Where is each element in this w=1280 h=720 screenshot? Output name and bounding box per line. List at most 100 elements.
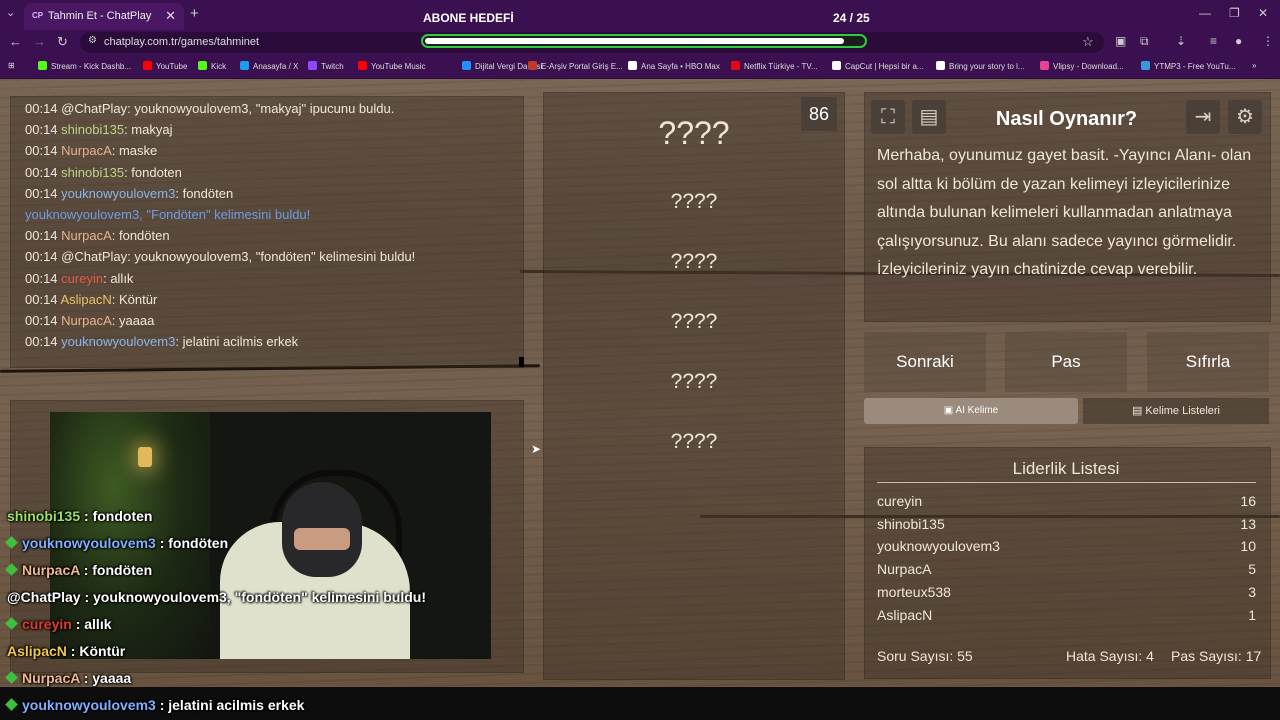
bookmark-star-icon[interactable]: ☆ [1082, 34, 1094, 50]
chat-username: NurpacA [61, 143, 112, 159]
window-close-icon[interactable]: ✕ [1258, 6, 1268, 20]
leaderboard-score: 5 [1248, 561, 1256, 578]
chat-log-line: 00:14 shinobi135: fondoten [25, 165, 182, 180]
leaderboard-divider [877, 482, 1256, 483]
tab-title: Tahmin Et - ChatPlay [48, 10, 152, 22]
settings-gear-icon[interactable]: ⚙ [1228, 100, 1262, 134]
leaderboard-name: shinobi135 [877, 515, 945, 532]
bookmark-item[interactable]: E-Arşiv Portal Giriş E... [528, 61, 623, 71]
bookmark-item[interactable]: Anasayfa / X [240, 61, 298, 71]
media-icon[interactable]: ≡ [1210, 34, 1217, 48]
chat-timestamp: 00:14 [25, 101, 58, 116]
tab-list-chevron-icon[interactable]: ⌄ [6, 6, 15, 19]
minimize-icon[interactable]: — [1199, 6, 1211, 20]
chat-message: : fondoten [124, 164, 182, 180]
bookmark-item[interactable]: Stream - Kick Dashb... [38, 61, 131, 71]
overlay-username: NurpacA [22, 670, 80, 686]
webcam-lamp [138, 447, 152, 467]
bookmark-item[interactable]: YouTube Music [358, 61, 426, 71]
bookmark-item[interactable]: Ana Sayfa • HBO Max [628, 61, 720, 71]
chat-message: : yaaaa [111, 313, 155, 328]
site-info-icon[interactable]: ⚙ [88, 35, 97, 46]
bookmark-item[interactable]: YouTube [143, 61, 187, 71]
chat-username: NurpacA [61, 228, 112, 244]
forward-icon[interactable]: → [33, 34, 46, 49]
chat-timestamp: 00:14 [25, 313, 58, 328]
sub-goal-label: ABONE HEDEFİ [423, 11, 514, 25]
word-lists-button[interactable]: ▤ Kelime Listeleri [1083, 398, 1269, 424]
chat-scrollbar[interactable] [519, 357, 524, 367]
chat-timestamp: 00:14 [25, 334, 58, 350]
leaderboard-name: NurpacA [877, 561, 932, 578]
bookmark-label: Netflix Türkiye - TV... [744, 62, 818, 71]
taboo-word: ???? [670, 250, 718, 273]
bookmark-favicon-icon [358, 61, 367, 70]
bookmark-item[interactable]: Bring your story to l... [936, 61, 1025, 71]
reset-button[interactable]: Sıfırla [1147, 332, 1269, 392]
leaderboard-score: 13 [1240, 515, 1256, 532]
profile-avatar-icon[interactable]: ● [1235, 34, 1242, 48]
overlay-chat-line: NurpacA : yaaaa [5, 670, 131, 686]
pass-button[interactable]: Pas [1005, 332, 1127, 392]
ai-word-button[interactable]: ▣ AI Kelime [864, 398, 1078, 424]
overlay-message: : fondöten [155, 535, 229, 551]
leaderboard-name: morteux538 [877, 583, 951, 600]
webcam-streamer-eyes [294, 528, 350, 550]
overlay-message: : Köntür [66, 643, 126, 659]
notes-icon[interactable]: ▤ [912, 100, 946, 134]
bookmark-item[interactable]: YTMP3 - Free YouTu... [1141, 61, 1236, 71]
secret-word: ???? [658, 115, 730, 151]
bookmarks-overflow-icon[interactable]: » [1252, 61, 1256, 70]
bookmark-item[interactable]: Vlipsy - Download... [1040, 61, 1124, 71]
overlay-chat-line: AslipacN : Köntür [7, 643, 125, 659]
bookmark-label: Anasayfa / X [253, 62, 299, 71]
chat-username: AslipacN [60, 291, 112, 307]
bookmark-favicon-icon [1040, 61, 1049, 70]
pass-count: Pas Sayısı: 17 [1171, 648, 1262, 664]
overlay-chat-line: NurpacA : fondöten [5, 562, 152, 578]
bookmark-label: YouTube Music [371, 62, 426, 71]
bookmark-label: YouTube [156, 62, 188, 71]
chat-log-line: youknowyoulovem3, "Fondöten" kelimesini … [25, 207, 310, 222]
bookmark-favicon-icon [731, 61, 740, 70]
leaderboard-score: 3 [1248, 583, 1256, 600]
overlay-chat-line: youknowyoulovem3 : fondöten [5, 535, 229, 551]
bookmark-item[interactable]: Netflix Türkiye - TV... [731, 61, 818, 71]
overlay-message: : youknowyoulovem3, "fondöten" kelimesin… [80, 589, 426, 605]
chat-username: youknowyoulovem3 [61, 185, 176, 201]
apps-grid-icon[interactable]: ⊞ [8, 61, 15, 70]
extensions-puzzle-icon[interactable]: ⧉ [1140, 34, 1149, 49]
chat-timestamp: 00:14 [25, 143, 58, 159]
next-button[interactable]: Sonraki [864, 332, 986, 392]
overlay-message: : jelatini acilmis erkek [155, 697, 305, 713]
overlay-chat-line: cureyin : allık [5, 616, 112, 632]
fullscreen-icon[interactable]: ⛶ [871, 100, 905, 134]
chat-username: shinobi135 [61, 164, 125, 180]
chat-message: : fondöten [175, 185, 234, 201]
reload-icon[interactable]: ↻ [57, 34, 68, 50]
bookmark-item[interactable]: Kick [198, 61, 226, 71]
chat-username: @ChatPlay [61, 101, 128, 116]
logout-icon[interactable]: ⇥ [1186, 100, 1220, 134]
extension-icon[interactable]: ▣ [1115, 34, 1126, 48]
bookmark-favicon-icon [528, 61, 537, 70]
bookmark-item[interactable]: CapCut | Hepsi bir a... [832, 61, 924, 71]
tab-close-icon[interactable]: ✕ [165, 8, 176, 24]
new-tab-icon[interactable]: + [190, 5, 199, 22]
bookmark-label: Bring your story to l... [949, 62, 1025, 71]
browser-tab[interactable]: CP Tahmin Et - ChatPlay ✕ [24, 3, 184, 30]
sub-goal-count: 24 / 25 [833, 11, 870, 25]
overlay-username: youknowyoulovem3 [22, 697, 156, 713]
robot-icon: ▣ [943, 405, 956, 416]
downloads-icon[interactable]: ⇣ [1176, 34, 1186, 48]
back-icon[interactable]: ← [9, 34, 22, 49]
chat-username: @ChatPlay [61, 249, 128, 265]
maximize-icon[interactable]: ❐ [1229, 6, 1240, 20]
browser-menu-icon[interactable]: ⋮ [1262, 34, 1274, 48]
how-to-play-text: Merhaba, oyunumuz gayet basit. -Yayıncı … [877, 147, 1252, 278]
leaderboard-name: AslipacN [877, 606, 933, 623]
chat-log-line: 00:14 @ChatPlay: youknowyoulovem3, "maky… [25, 101, 394, 116]
bookmark-item[interactable]: Twitch [308, 61, 344, 71]
bookmark-favicon-icon [462, 61, 471, 70]
word-lists-label: Kelime Listeleri [1145, 405, 1221, 417]
